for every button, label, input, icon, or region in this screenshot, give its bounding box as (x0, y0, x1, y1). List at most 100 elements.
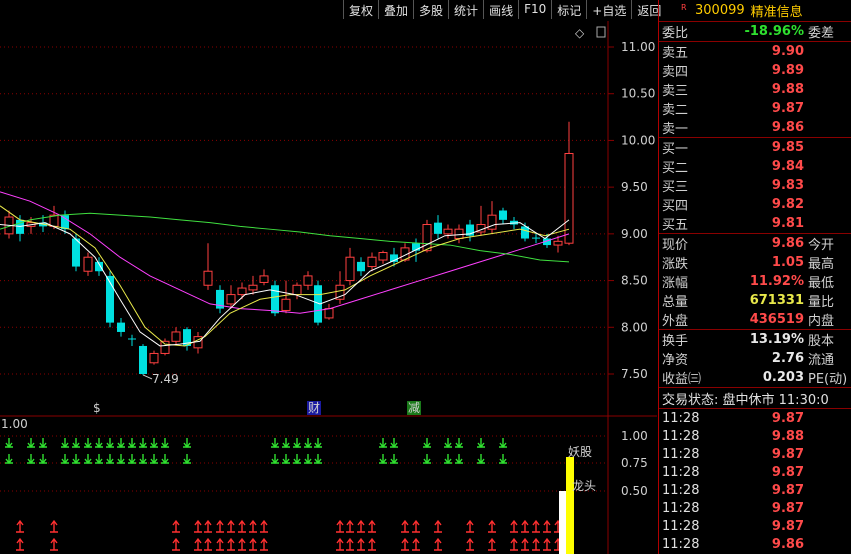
candle-body-up (203, 270, 213, 286)
tick-time: 11:28 (662, 518, 700, 534)
down-arrow-signal (390, 438, 398, 449)
toolbar-button[interactable]: +自选 (586, 0, 631, 19)
quote-label2: 量比 (808, 295, 835, 310)
up-arrow-signal (238, 537, 246, 551)
down-arrow-signal (423, 438, 431, 449)
up-arrow-signal (249, 537, 257, 551)
fundamentals-row: 净资 2.76 流通 (659, 349, 851, 368)
tick-row[interactable]: 11:28 9.87 (659, 409, 851, 427)
up-arrow-signal (510, 519, 518, 533)
up-arrow-signal (466, 519, 474, 533)
down-arrow-signal (128, 438, 136, 449)
asks-row: 卖四 9.89 (659, 61, 851, 80)
fundamentals-value: 0.203 (762, 370, 804, 385)
candle-body-up (345, 256, 355, 282)
up-arrow-signal (172, 537, 180, 551)
tick-price: 9.87 (771, 410, 804, 426)
candle-body-down (128, 338, 136, 340)
down-arrow-signal (423, 454, 431, 465)
asks-label: 卖四 (662, 65, 689, 80)
up-arrow-signal (488, 519, 496, 533)
tick-row[interactable]: 11:28 9.87 (659, 463, 851, 481)
down-arrow-signal (161, 438, 169, 449)
toolbar-button[interactable]: 标记 (551, 0, 586, 19)
up-arrow-signal (204, 537, 212, 551)
chart-expand-icon (596, 26, 606, 38)
down-arrow-signal (27, 454, 35, 465)
up-arrow-signal (227, 519, 235, 533)
asks-value: 9.87 (771, 101, 804, 116)
kline-chart-area[interactable]: 11.00 10.50 10.00 9.50 9.00 8.50 8.00 7.50 1.00 0… (0, 21, 657, 554)
quote-row: 涨跌 1.05 最高 (659, 253, 851, 272)
candle-body-up (259, 275, 269, 283)
candle-body-up (226, 294, 236, 305)
price-axis-label: 9.50 (621, 180, 648, 194)
down-arrow-signal (477, 438, 485, 449)
toolbar-button[interactable]: 统计 (448, 0, 483, 19)
candle-body-up (303, 275, 313, 286)
tick-row[interactable]: 11:28 9.87 (659, 481, 851, 499)
tick-time: 11:28 (662, 428, 700, 444)
quote-label2: 最高 (808, 257, 835, 272)
candle-body-down (117, 322, 125, 332)
tick-list[interactable]: 11:28 9.87 11:28 9.88 11:28 9.87 11:28 9.87 11:2… (659, 409, 851, 553)
indicator-axis-label: 1.00 (621, 429, 648, 443)
down-arrow-signal (128, 454, 136, 465)
quote-row: 总量 671331 量比 (659, 291, 851, 310)
candle-body-down (521, 226, 529, 239)
candle-body-up (171, 331, 181, 342)
asks-row: 卖二 9.87 (659, 99, 851, 118)
quote-label2: 最低 (808, 276, 835, 291)
down-arrow-signal (117, 438, 125, 449)
down-arrow-signal (282, 454, 290, 465)
tick-row[interactable]: 11:28 9.86 (659, 535, 851, 553)
quote-label2: 今开 (808, 238, 835, 253)
down-arrow-signal (72, 438, 80, 449)
tick-row[interactable]: 11:28 9.88 (659, 427, 851, 445)
bids-row: 买五 9.81 (659, 214, 851, 233)
tick-row[interactable]: 11:28 9.87 (659, 445, 851, 463)
candle-body-up (292, 284, 302, 296)
tick-row[interactable]: 11:28 9.87 (659, 499, 851, 517)
bids-label: 买五 (662, 218, 689, 233)
down-arrow-signal (293, 438, 301, 449)
up-arrow-signal (16, 519, 24, 533)
price-axis-label: 7.50 (621, 367, 648, 381)
candle-body-down (532, 237, 540, 239)
tick-row[interactable]: 11:28 9.87 (659, 517, 851, 535)
down-arrow-signal (390, 454, 398, 465)
rzrq-tag: R (681, 3, 687, 12)
toolbar-button[interactable]: F10 (518, 0, 551, 19)
weicha-label: 委差 (808, 26, 835, 41)
up-arrow-signal (543, 519, 551, 533)
toolbar-button[interactable]: 叠加 (378, 0, 413, 19)
toolbar-button[interactable]: 多股 (413, 0, 448, 19)
up-arrow-signal (216, 537, 224, 551)
toolbar-button[interactable]: 画线 (483, 0, 518, 19)
price-axis-label: 8.00 (621, 320, 648, 334)
candle-body-up (281, 298, 291, 311)
down-arrow-signal (61, 438, 69, 449)
quote-label: 涨跌 (662, 257, 689, 272)
trade-status: 交易状态: 盘中休市 11:30:0 (659, 388, 851, 409)
down-arrow-signal (39, 438, 47, 449)
stock-header[interactable]: R 300099 精准信息 (659, 0, 851, 22)
candle-body-up (149, 352, 159, 364)
candle-body-up (248, 284, 258, 291)
up-arrow-signal (50, 537, 58, 551)
kline-chart[interactable]: 11.00 10.50 10.00 9.50 9.00 8.50 8.00 7.50 1.00 0… (0, 21, 657, 554)
down-arrow-signal (379, 454, 387, 465)
down-arrow-signal (183, 438, 191, 449)
down-arrow-signal (271, 454, 279, 465)
down-arrow-signal (106, 454, 114, 465)
up-arrow-signal (204, 519, 212, 533)
low-price-label: 7.49 (152, 372, 179, 386)
down-arrow-signal (304, 438, 312, 449)
down-arrow-signal (455, 438, 463, 449)
up-arrow-signal (260, 519, 268, 533)
up-arrow-signal (249, 519, 257, 533)
candle-body-up (422, 224, 432, 252)
longtou-label: 龙头 (572, 479, 596, 493)
toolbar-button[interactable]: 复权 (343, 0, 378, 19)
up-arrow-signal (50, 519, 58, 533)
